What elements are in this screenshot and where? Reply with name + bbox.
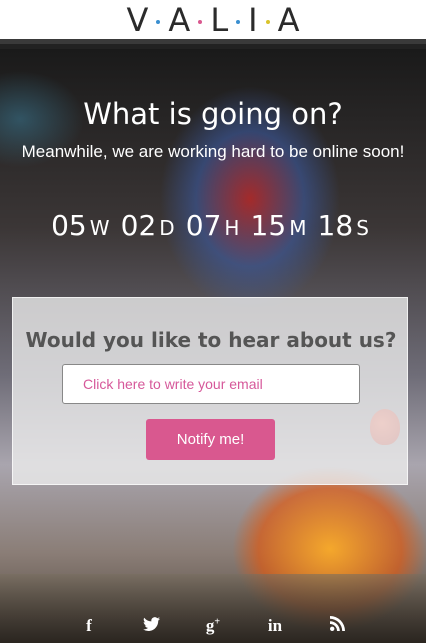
logo-dot: [156, 19, 161, 24]
rss-icon[interactable]: [324, 616, 350, 636]
countdown-minutes-unit: M: [289, 216, 307, 240]
email-input[interactable]: [62, 364, 360, 404]
countdown-days: 02: [120, 209, 157, 242]
subscribe-panel: Would you like to hear about us? Notify …: [12, 297, 408, 485]
facebook-icon[interactable]: f: [76, 616, 102, 636]
countdown-seconds: 18: [317, 209, 354, 242]
logo-letter: I: [248, 0, 258, 39]
valia-logo[interactable]: V A L I A: [127, 1, 300, 39]
countdown-weeks-unit: W: [89, 216, 110, 240]
logo-dot: [198, 19, 203, 24]
countdown-seconds-unit: S: [356, 216, 369, 240]
notify-button[interactable]: Notify me!: [146, 419, 275, 460]
logo-letter: L: [210, 0, 229, 39]
countdown-weeks: 05: [51, 209, 87, 242]
countdown-minutes: 15: [250, 209, 287, 242]
page-subline: Meanwhile, we are working hard to be onl…: [21, 142, 405, 161]
social-links: f g+ in: [0, 614, 426, 638]
countdown-timer: 05 W 02 D 07 H 15 M 18 S: [0, 209, 426, 242]
logo-dot: [236, 19, 241, 24]
top-bar: V A L I A: [0, 0, 426, 44]
logo-letter: V: [126, 0, 149, 39]
page-headline: What is going on?: [83, 97, 343, 131]
twitter-icon[interactable]: [138, 616, 164, 636]
linkedin-icon[interactable]: in: [262, 616, 288, 636]
google-plus-icon[interactable]: g+: [200, 616, 226, 636]
countdown-hours: 07: [185, 209, 222, 242]
logo-letter: A: [277, 0, 300, 39]
logo-letter: A: [168, 0, 191, 39]
countdown-hours-unit: H: [224, 216, 240, 240]
hero-background: What is going on? Meanwhile, we are work…: [0, 49, 426, 643]
logo-dot: [265, 19, 270, 24]
subscribe-title: Would you like to hear about us?: [25, 328, 397, 352]
countdown-days-unit: D: [159, 216, 175, 240]
